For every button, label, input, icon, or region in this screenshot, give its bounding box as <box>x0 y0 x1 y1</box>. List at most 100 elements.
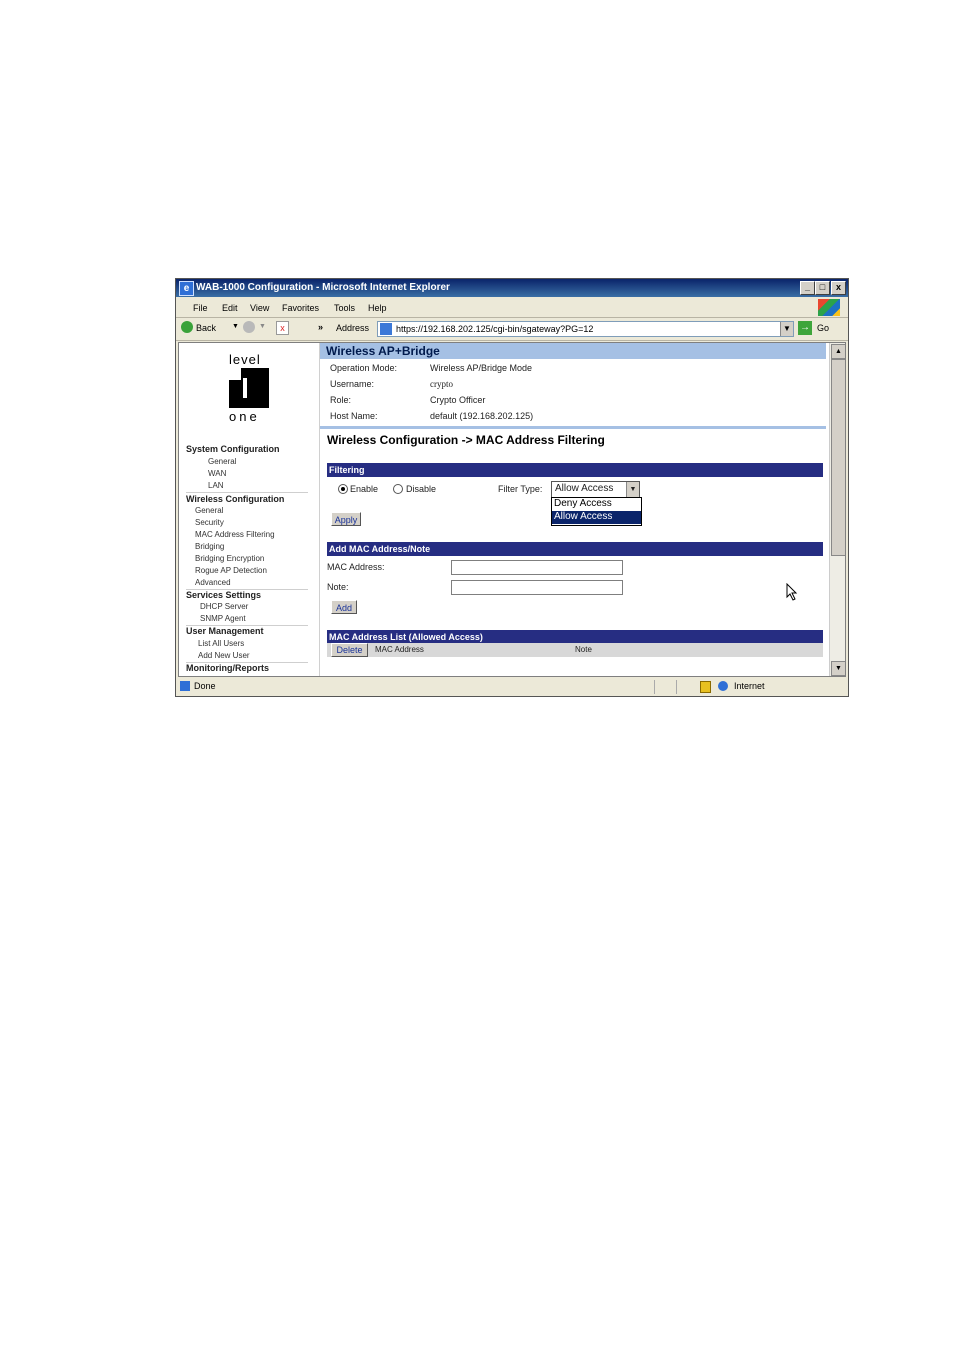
add-button[interactable]: Add <box>331 600 357 614</box>
nav-wl-bridging[interactable]: Bridging <box>195 542 224 551</box>
menu-view[interactable]: View <box>250 303 269 313</box>
toolbar: Back ▼ ▼ x » Address https://192.168.202… <box>176 318 848 341</box>
disable-label: Disable <box>406 484 437 494</box>
nav-wl-general[interactable]: General <box>195 506 223 515</box>
nav-wl-security[interactable]: Security <box>195 518 224 527</box>
apply-button[interactable]: Apply <box>331 512 361 526</box>
filtering-band-label: Filtering <box>329 465 365 475</box>
nav-services-settings[interactable]: Services Settings <box>186 590 261 600</box>
nav-sys-general[interactable]: General <box>208 457 236 466</box>
page-content: level one System Configuration General W… <box>178 342 846 677</box>
address-dropdown-icon[interactable]: ▼ <box>780 322 793 336</box>
note-field[interactable] <box>451 580 623 595</box>
col-mac-address: MAC Address <box>375 645 424 654</box>
menu-tools[interactable]: Tools <box>334 303 355 313</box>
maximize-button[interactable]: □ <box>815 281 830 295</box>
nav-divider <box>186 492 308 493</box>
page-done-icon <box>180 681 190 691</box>
operation-mode-value: Wireless AP/Bridge Mode <box>430 363 533 373</box>
nav-wl-bridging-encryption[interactable]: Bridging Encryption <box>195 554 264 563</box>
nav-wl-rogue-ap[interactable]: Rogue AP Detection <box>195 566 267 575</box>
delete-button[interactable]: Delete <box>331 643 368 657</box>
page-icon <box>380 323 392 335</box>
menu-favorites[interactable]: Favorites <box>282 303 319 313</box>
operation-mode-label: Operation Mode: <box>330 363 398 373</box>
globe-icon <box>718 681 728 691</box>
mac-address-field[interactable] <box>451 560 623 575</box>
back-dropdown-icon[interactable]: ▼ <box>232 323 239 330</box>
zone-label: Internet <box>734 681 765 691</box>
chevron-down-icon[interactable]: ▼ <box>626 482 639 497</box>
host-name-value: default (192.168.202.125) <box>430 411 534 421</box>
vertical-scrollbar[interactable]: ▲ ▼ <box>829 343 845 676</box>
nav-svc-dhcp[interactable]: DHCP Server <box>200 602 248 611</box>
go-arrow-icon[interactable]: → <box>798 321 812 335</box>
windows-logo-icon <box>818 299 840 316</box>
nav-user-list[interactable]: List All Users <box>198 639 244 648</box>
close-button[interactable]: x <box>831 281 846 295</box>
status-segment <box>676 680 697 694</box>
menu-edit[interactable]: Edit <box>222 303 238 313</box>
nav-svc-snmp[interactable]: SNMP Agent <box>200 614 246 623</box>
address-url: https://192.168.202.125/cgi-bin/sgateway… <box>396 324 594 334</box>
stop-icon[interactable]: x <box>276 321 289 335</box>
mac-list-band: MAC Address List (Allowed Access) <box>327 630 823 644</box>
filter-type-dropdown: Deny Access Allow Access <box>551 497 642 526</box>
nav-monitoring[interactable]: Monitoring/Reports <box>186 663 269 673</box>
scroll-up-icon[interactable]: ▲ <box>831 344 845 359</box>
nav-wireless-configuration[interactable]: Wireless Configuration <box>186 494 284 504</box>
forward-dropdown-icon[interactable]: ▼ <box>259 323 266 330</box>
browser-window: e WAB-1000 Configuration - Microsoft Int… <box>175 278 849 697</box>
scroll-thumb[interactable] <box>831 359 845 556</box>
option-deny-label: Deny Access <box>554 498 612 509</box>
filter-type-label: Filter Type: <box>498 484 543 494</box>
nav-sys-lan[interactable]: LAN <box>208 481 224 490</box>
status-text: Done <box>194 681 216 691</box>
logo-block-icon <box>229 368 269 408</box>
main-panel: Wireless AP+Bridge Operation Mode: Wirel… <box>320 343 828 676</box>
logo-text-one: one <box>229 409 260 424</box>
col-note: Note <box>575 645 592 654</box>
nav-user-management[interactable]: User Management <box>186 626 264 636</box>
disable-radio[interactable] <box>393 484 403 494</box>
menu-file[interactable]: File <box>193 303 208 313</box>
lock-icon <box>700 681 711 693</box>
option-allow-access[interactable]: Allow Access <box>552 511 641 524</box>
status-bar: Done Internet <box>176 678 848 696</box>
mac-list-header: Delete MAC Address Note <box>327 643 823 657</box>
back-arrow-icon[interactable] <box>181 321 193 333</box>
filtering-band: Filtering <box>327 463 823 477</box>
add-mac-band-label: Add MAC Address/Note <box>329 544 431 554</box>
ie-icon: e <box>179 281 194 296</box>
role-value: Crypto Officer <box>430 395 486 405</box>
title-bar: e WAB-1000 Configuration - Microsoft Int… <box>176 279 848 297</box>
minimize-button[interactable]: _ <box>800 281 815 295</box>
menu-help[interactable]: Help <box>368 303 387 313</box>
levelone-logo: level one <box>227 352 277 424</box>
mac-address-label: MAC Address: <box>327 562 385 572</box>
enable-radio[interactable] <box>338 484 348 494</box>
toolbar-chevron-icon[interactable]: » <box>318 322 323 332</box>
option-deny-access[interactable]: Deny Access <box>552 498 641 511</box>
filter-type-value: Allow Access <box>555 483 614 494</box>
nav-user-add[interactable]: Add New User <box>198 651 250 660</box>
scroll-down-icon[interactable]: ▼ <box>831 661 845 676</box>
menu-bar: File Edit View Favorites Tools Help <box>176 298 848 318</box>
back-button[interactable]: Back <box>196 323 216 333</box>
nav-wl-advanced[interactable]: Advanced <box>195 578 231 587</box>
go-button[interactable]: Go <box>817 323 829 333</box>
role-label: Role: <box>330 395 352 405</box>
window-title: WAB-1000 Configuration - Microsoft Inter… <box>196 282 450 293</box>
nav-sys-wan[interactable]: WAN <box>208 469 226 478</box>
logo-text-level: level <box>229 352 261 367</box>
device-header: Wireless AP+Bridge <box>320 343 826 359</box>
page-title: Wireless Configuration -> MAC Address Fi… <box>327 433 605 447</box>
nav-system-configuration[interactable]: System Configuration <box>186 444 280 454</box>
host-name-label: Host Name: <box>330 411 378 421</box>
filter-type-select[interactable]: Allow Access ▼ <box>551 481 640 498</box>
add-mac-band: Add MAC Address/Note <box>327 542 823 556</box>
nav-wl-mac-filtering[interactable]: MAC Address Filtering <box>195 530 275 539</box>
header-separator <box>320 426 826 429</box>
address-bar[interactable]: https://192.168.202.125/cgi-bin/sgateway… <box>377 321 794 337</box>
forward-arrow-icon[interactable] <box>243 321 255 333</box>
